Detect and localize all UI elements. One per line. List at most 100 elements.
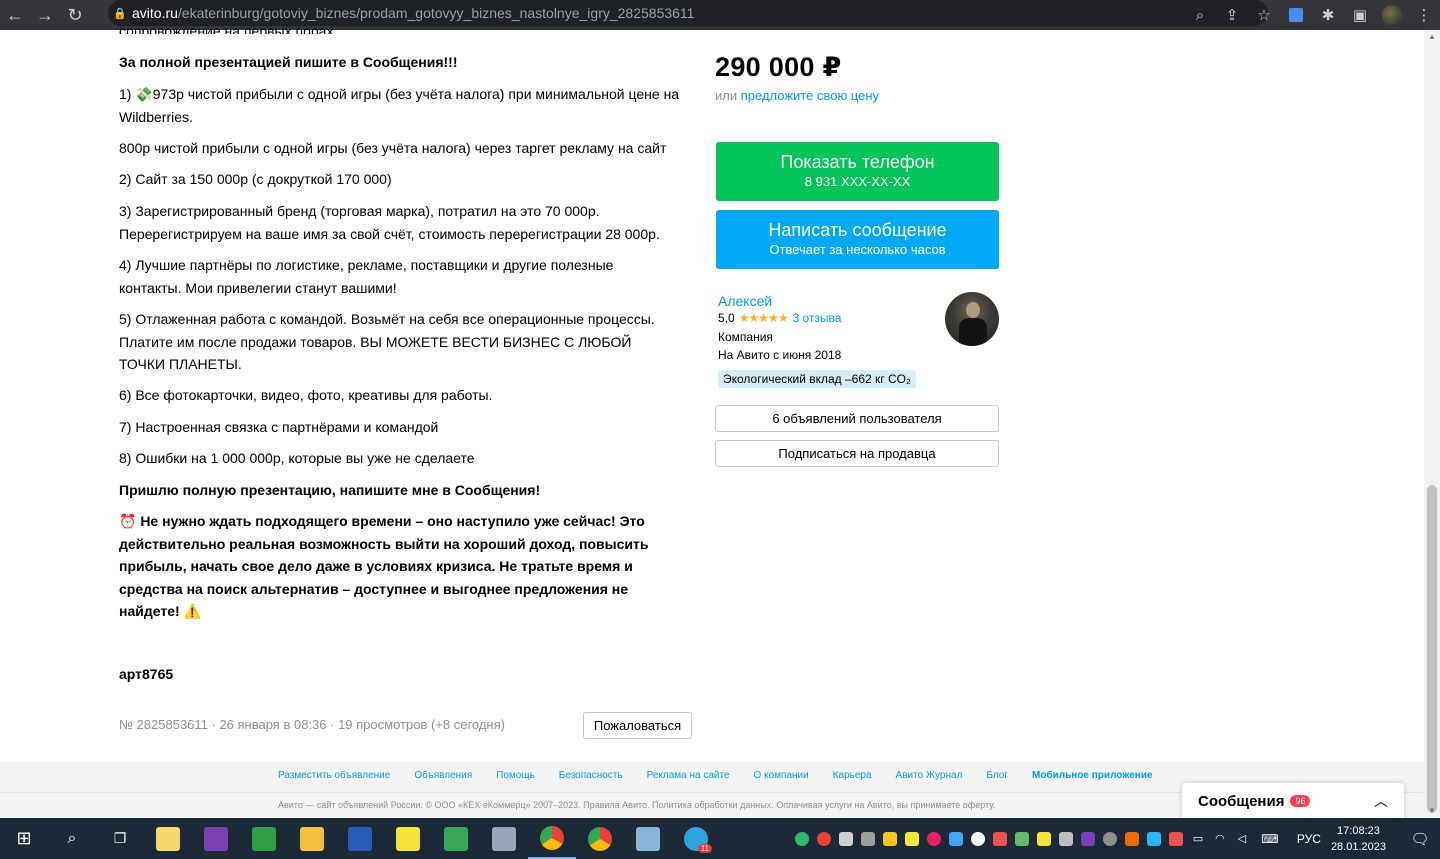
url-path: /ekaterinburg/gotoviy_biznes/prodam_goto… [177,5,695,21]
footer-link[interactable]: Безопасность [559,770,623,781]
windows-start-icon[interactable]: ⊞ [0,818,48,859]
tray-icon[interactable] [901,818,923,859]
tray-icon[interactable] [989,818,1011,859]
tray-icon[interactable] [1033,818,1055,859]
messages-label: Сообщения [1198,792,1285,810]
back-icon[interactable]: ← [0,0,30,30]
tray-icon[interactable] [1165,818,1187,859]
tray-icon[interactable] [791,818,813,859]
search-icon[interactable]: ⌕ [48,818,96,859]
write-message-button[interactable]: Написать сообщение Отвечает за несколько… [716,210,999,269]
volume-icon[interactable]: ◁ [1231,818,1253,859]
app-icon[interactable] [480,818,528,859]
description-paragraph: 3) Зарегистрированный бренд (торговая ма… [119,203,660,242]
sidepanel-icon[interactable]: ▣ [1344,0,1376,30]
menu-icon[interactable]: ⋮ [1408,0,1440,30]
calculator-icon[interactable] [624,818,672,859]
description-paragraph: 800р чистой прибыли с одной игры (без уч… [119,140,667,156]
report-button[interactable]: Пожаловаться [583,712,692,739]
description-paragraph: 4) Лучшие партнёры по логистике, рекламе… [119,257,614,296]
eco-badge[interactable]: Экологический вклад –662 кг CO₂ [718,370,916,388]
offer-line: или предложите свою цену [715,88,879,103]
tray-icon[interactable] [967,818,989,859]
footer-links: Разместить объявление Объявления Помощь … [278,770,1177,781]
user-ads-button[interactable]: 6 объявлений пользователя [715,405,999,432]
subscribe-button[interactable]: Подписаться на продавца [715,440,999,467]
footer-link[interactable]: Разместить объявление [278,770,390,781]
tray-icon[interactable] [923,818,945,859]
seller-type: Компания [718,330,773,344]
tray-icon[interactable] [1055,818,1077,859]
description-paragraph: 1) 💸973р чистой прибыли с одной игры (бе… [119,86,680,125]
tray-icon[interactable] [813,818,835,859]
forward-icon[interactable]: → [30,0,60,30]
description-paragraph: 7) Настроенная связка с партнёрами и ком… [119,419,439,435]
zoom-icon[interactable]: ⌕ [1184,0,1216,30]
footer-link[interactable]: Помощь [496,770,535,781]
spreadsheet-icon[interactable] [432,818,480,859]
messages-widget[interactable]: Сообщения 96 ︿ [1182,783,1404,819]
scrollbar-thumb[interactable] [1427,485,1437,813]
footer-link[interactable]: Карьера [833,770,872,781]
phone-number-masked: 8 931 XXX-XX-XX [804,174,911,189]
tray-icon[interactable] [1121,818,1143,859]
chrome-icon-2[interactable] [576,818,624,859]
tray-icon[interactable] [857,818,879,859]
show-phone-label: Показать телефон [780,152,935,172]
description-paragraph: 2) Сайт за 150 000р (с докруткой 170 000… [119,171,392,187]
scroll-down-icon[interactable]: ▼ [1424,804,1440,818]
seller-avatar[interactable] [945,292,999,346]
file-explorer-icon[interactable] [288,818,336,859]
chevron-up-icon[interactable]: ︿ [1374,791,1388,811]
footer-link[interactable]: О компании [754,770,809,781]
footer-legal: Авито — сайт объявлений России. © ООО «К… [278,800,996,810]
page-scrollbar[interactable]: ▲ ▼ [1424,30,1440,818]
tray-icon[interactable] [835,818,857,859]
seller-name[interactable]: Алексей [718,293,772,309]
reviews-link[interactable]: 3 отзыва [792,311,841,325]
tray-icon[interactable] [879,818,901,859]
wifi-icon[interactable]: ◠ [1209,818,1231,859]
description-paragraph: ⏰ Не нужно ждать подходящего времени – о… [119,513,649,619]
footer-link[interactable]: Объявления [414,770,472,781]
sticky-notes-icon[interactable] [384,818,432,859]
footer-link[interactable]: Блог [986,770,1008,781]
battery-icon[interactable]: ▭ [1187,818,1209,859]
tray-icon[interactable] [1099,818,1121,859]
url-host: avito.ru [132,5,178,21]
extensions-icon[interactable]: ✱ [1312,0,1344,30]
sheets-icon[interactable] [240,818,288,859]
translate-icon[interactable] [1280,0,1312,30]
keyboard-icon[interactable]: ⌨ [1253,818,1287,859]
write-message-label: Написать сообщение [768,220,947,240]
scroll-up-icon[interactable]: ▲ [1424,30,1440,44]
clock[interactable]: 17:08:23 28.01.2023 [1331,823,1386,855]
task-view-icon[interactable]: ❐ [96,818,144,859]
bookmark-star-icon[interactable]: ☆ [1248,0,1280,30]
word-icon[interactable] [336,818,384,859]
chrome-icon[interactable] [528,818,576,859]
footer-link[interactable]: Реклама на сайте [647,770,730,781]
tray-icon[interactable] [945,818,967,859]
show-phone-button[interactable]: Показать телефон 8 931 XXX-XX-XX [716,142,999,201]
telegram-icon[interactable]: 11 [672,818,720,859]
description-cut-line: сопровождение на первых порах. [119,23,338,34]
notifications-icon[interactable]: 🗨 [1400,830,1440,848]
share-icon[interactable]: ⇪ [1216,0,1248,30]
profile-avatar[interactable] [1382,5,1402,25]
footer-link-mobile-app[interactable]: Мобильное приложение [1032,770,1153,781]
seller-rating: 5,0 ★★★★★ 3 отзыва [718,311,841,325]
language-indicator[interactable]: РУС [1297,832,1321,846]
files-app-icon[interactable] [144,818,192,859]
description-paragraph: 8) Ошибки на 1 000 000р, которые вы уже … [119,450,475,466]
description-paragraph: 6) Все фотокарточки, видео, фото, креати… [119,387,493,403]
tray-icon[interactable] [1077,818,1099,859]
system-tray: ▭ ◠ ◁ ⌨ РУС 17:08:23 28.01.2023 🗨 [791,818,1440,859]
reload-icon[interactable]: ↻ [60,0,90,30]
tray-icon[interactable] [1143,818,1165,859]
tray-icon[interactable] [1011,818,1033,859]
offer-price-link[interactable]: предложите свою цену [741,88,879,103]
response-time: Отвечает за несколько часов [769,242,946,257]
footer-link[interactable]: Авито Журнал [896,770,963,781]
onenote-icon[interactable] [192,818,240,859]
